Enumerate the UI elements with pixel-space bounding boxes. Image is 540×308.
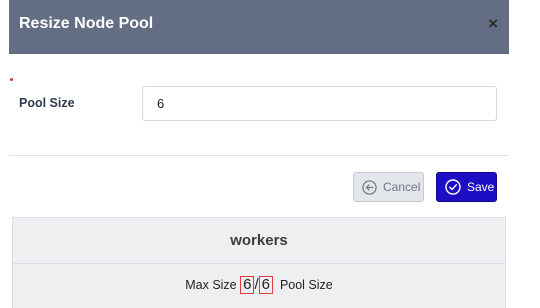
cancel-button-label: Cancel	[383, 180, 421, 194]
arrow-left-circle-icon	[362, 179, 377, 195]
required-indicator	[10, 78, 13, 81]
max-size-label: Max Size	[185, 278, 237, 292]
node-pool-summary: workers Max Size 6/6 Pool Size	[12, 217, 506, 308]
node-pool-name: workers	[13, 218, 505, 264]
cancel-button[interactable]: Cancel	[353, 172, 424, 202]
pool-size-input[interactable]	[142, 86, 497, 121]
save-button[interactable]: Save	[436, 172, 497, 202]
close-icon[interactable]: ×	[488, 14, 498, 34]
check-circle-icon	[445, 179, 461, 195]
summary-pool-size-label: Pool Size	[279, 278, 333, 292]
max-size-value: 6	[240, 276, 255, 294]
current-size-value: 6	[258, 276, 273, 294]
modal-header: Resize Node Pool ×	[9, 0, 509, 54]
form-divider	[9, 155, 509, 156]
pool-size-label: Pool Size	[19, 96, 75, 110]
modal-title: Resize Node Pool	[19, 15, 154, 32]
save-button-label: Save	[467, 180, 495, 194]
size-summary-row: Max Size 6/6 Pool Size	[13, 276, 505, 294]
